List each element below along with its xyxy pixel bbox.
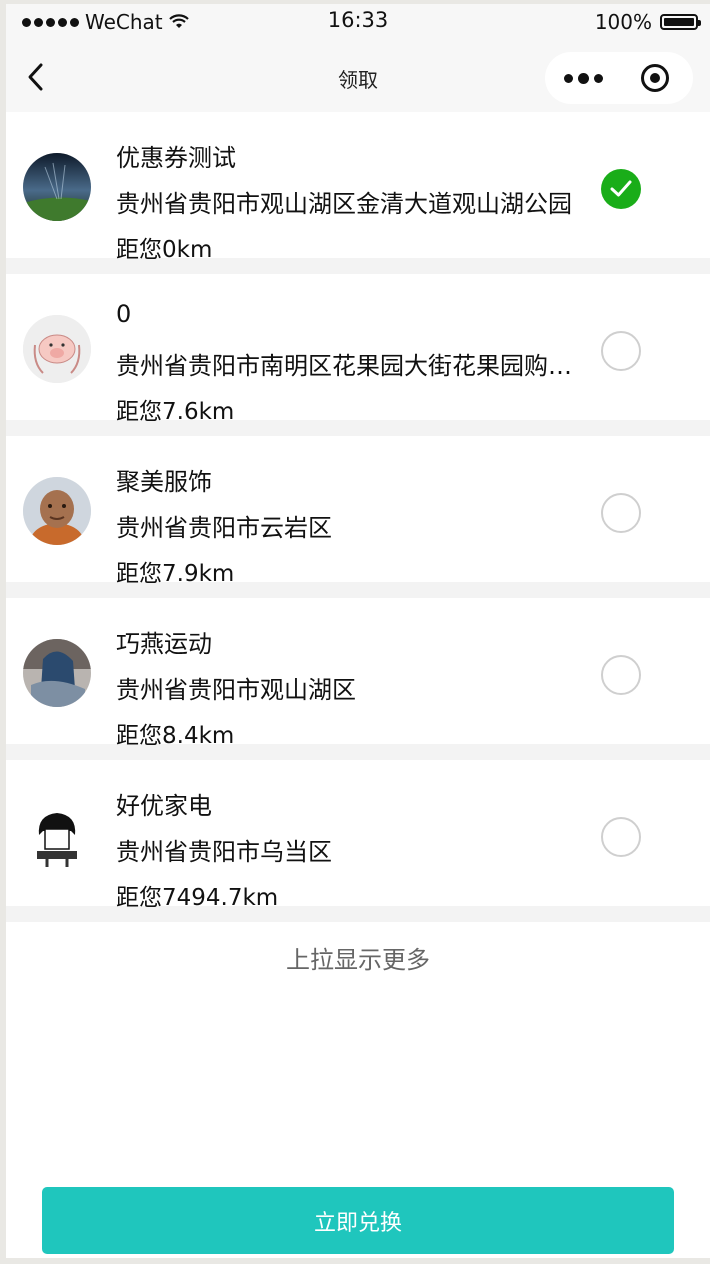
- store-avatar: [23, 153, 91, 221]
- store-distance: 距您7494.7km: [116, 885, 279, 911]
- store-name: 好优家电: [116, 792, 212, 820]
- unselected-radio[interactable]: [601, 493, 641, 533]
- load-more-hint: 上拉显示更多: [286, 946, 430, 974]
- store-address: 贵州省贵阳市乌当区: [116, 838, 332, 866]
- checkmark-icon: [610, 180, 632, 197]
- store-avatar: [23, 477, 91, 545]
- store-name: 优惠券测试: [116, 144, 236, 172]
- navigation-bar: 领取: [6, 44, 710, 112]
- store-address: 贵州省贵阳市观山湖区金清大道观山湖公园: [116, 190, 572, 218]
- store-name: 聚美服饰: [116, 468, 212, 496]
- store-distance: 距您8.4km: [116, 723, 235, 749]
- redeem-now-button[interactable]: 立即兑换: [42, 1187, 674, 1254]
- store-item[interactable]: 巧燕运动 贵州省贵阳市观山湖区 距您8.4km: [6, 598, 710, 760]
- store-item[interactable]: 优惠券测试 贵州省贵阳市观山湖区金清大道观山湖公园 距您0km: [6, 112, 710, 274]
- unselected-radio[interactable]: [601, 331, 641, 371]
- store-address: 贵州省贵阳市南明区花果园大街花果园购物中心: [116, 352, 576, 380]
- store-avatar: [23, 801, 91, 869]
- store-distance: 距您7.9km: [116, 561, 235, 587]
- store-address: 贵州省贵阳市云岩区: [116, 514, 332, 542]
- store-name: 0: [116, 300, 132, 328]
- store-distance: 距您0km: [116, 237, 213, 263]
- store-name: 巧燕运动: [116, 630, 212, 658]
- status-bar: WeChat 16:33 100%: [6, 4, 710, 44]
- close-miniprogram-icon[interactable]: [641, 64, 669, 92]
- app-screen: WeChat 16:33 100% 领取 优惠券测试 贵州省贵阳市观山湖区金清大…: [6, 4, 710, 1258]
- unselected-radio[interactable]: [601, 655, 641, 695]
- store-distance: 距您7.6km: [116, 399, 235, 425]
- battery-icon: [660, 14, 701, 30]
- store-item[interactable]: 聚美服饰 贵州省贵阳市云岩区 距您7.9km: [6, 436, 710, 598]
- store-avatar: [23, 639, 91, 707]
- store-item[interactable]: 好优家电 贵州省贵阳市乌当区 距您7494.7km: [6, 760, 710, 922]
- battery-status: 100%: [594, 10, 701, 34]
- store-avatar: [23, 315, 91, 383]
- store-address: 贵州省贵阳市观山湖区: [116, 676, 356, 704]
- store-item[interactable]: 0 贵州省贵阳市南明区花果园大街花果园购物中心 距您7.6km: [6, 274, 710, 436]
- battery-percent: 100%: [594, 10, 652, 34]
- store-list: 优惠券测试 贵州省贵阳市观山湖区金清大道观山湖公园 距您0km 0 贵州省贵阳市…: [6, 112, 710, 922]
- unselected-radio[interactable]: [601, 817, 641, 857]
- more-options-icon[interactable]: [563, 64, 603, 92]
- selected-radio[interactable]: [601, 169, 641, 209]
- miniprogram-capsule: [545, 52, 693, 104]
